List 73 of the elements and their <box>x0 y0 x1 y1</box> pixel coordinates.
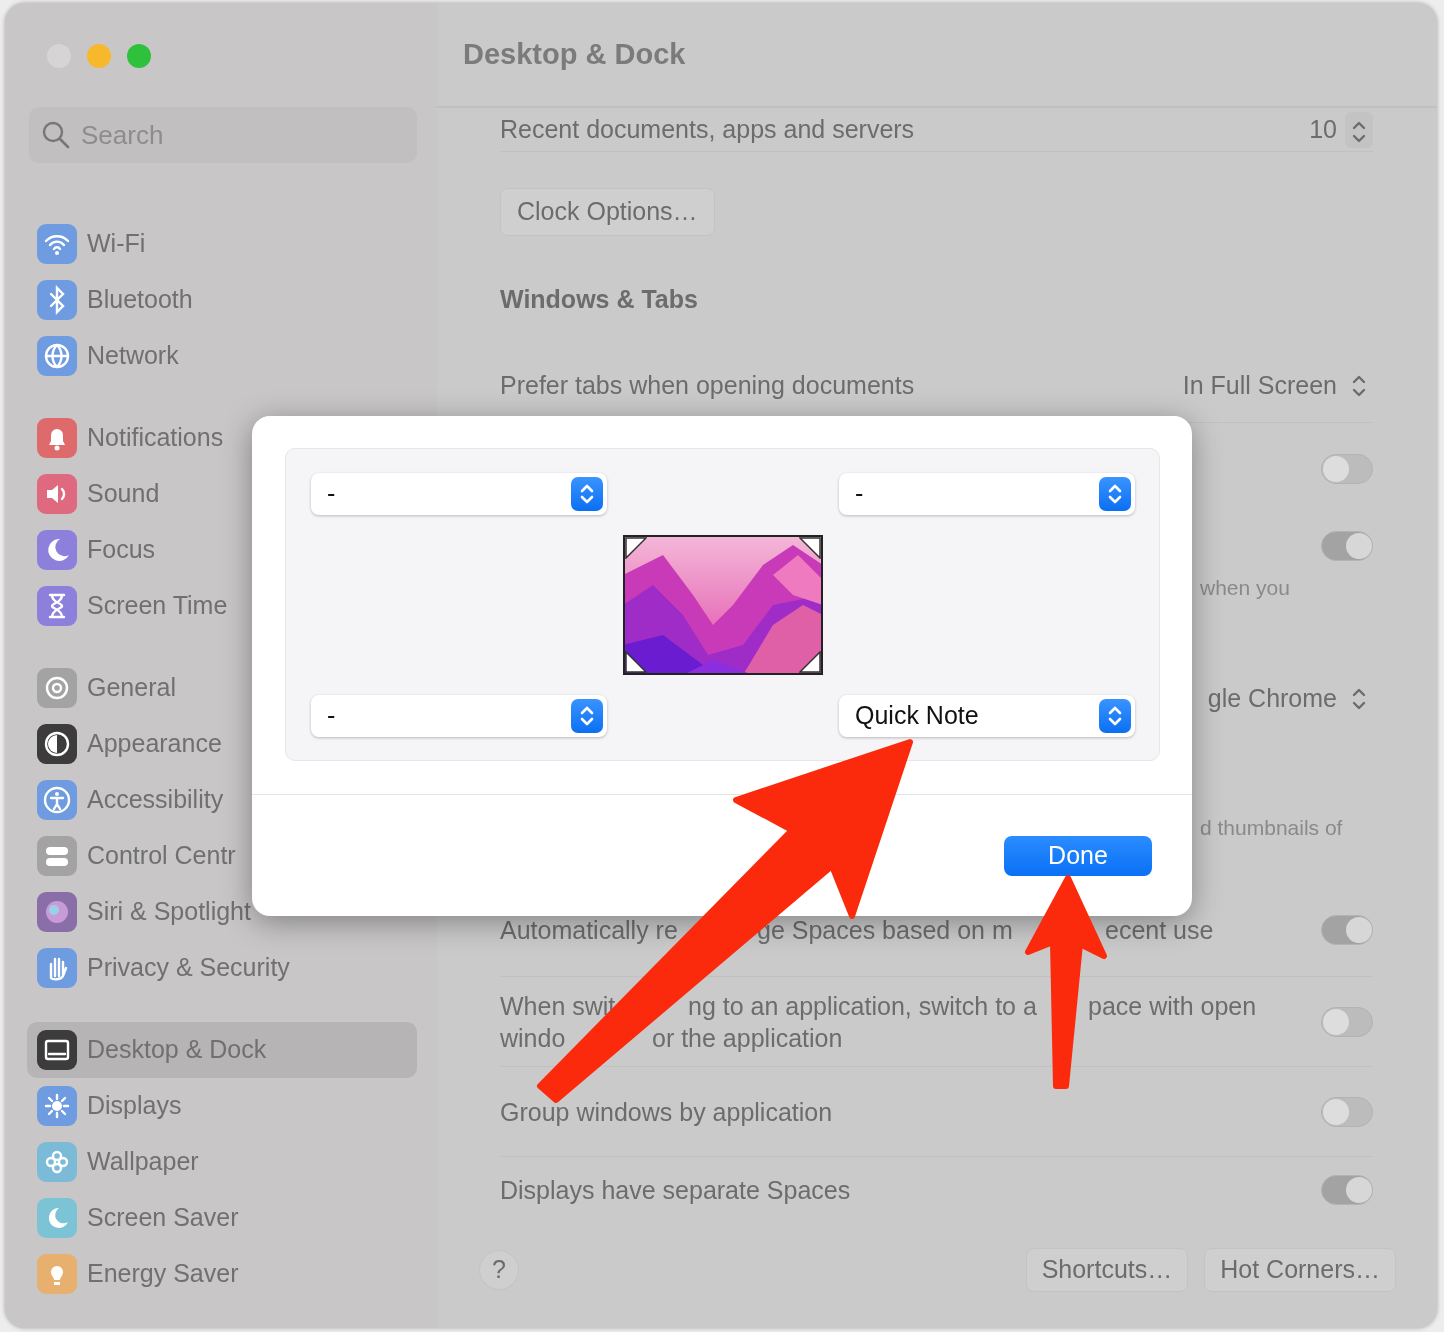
sidebar-item[interactable]: Screen Time <box>27 578 238 634</box>
setting-label: or the application <box>652 1022 843 1054</box>
toggle-switch[interactable] <box>1321 1175 1373 1205</box>
sidebar-item[interactable]: Screen Saver <box>27 1190 249 1246</box>
sidebar-item[interactable]: Wi-Fi <box>27 216 156 272</box>
moon-icon <box>37 1198 77 1238</box>
corner-triangle-icon <box>799 537 821 559</box>
toggle-switch[interactable] <box>1321 914 1373 945</box>
stepper-value: 10 <box>1309 113 1337 145</box>
sidebar-item[interactable]: Focus <box>27 522 166 578</box>
setting-label: Automatically re <box>500 914 679 946</box>
search-icon <box>41 120 71 150</box>
setting-label: Recent documents, apps and servers <box>500 113 915 145</box>
sidebar-item[interactable]: Desktop & Dock <box>27 1022 417 1078</box>
flower-icon <box>37 1142 77 1182</box>
sidebar-item[interactable]: Sound <box>27 466 170 522</box>
sidebar-item[interactable]: Displays <box>27 1078 192 1134</box>
bluetooth-icon <box>37 280 77 320</box>
bell-icon <box>37 418 77 458</box>
sidebar-item[interactable]: Accessibility <box>27 772 234 828</box>
sidebar-item[interactable]: Network <box>27 328 189 384</box>
corner-triangle-icon <box>625 537 647 559</box>
wifi-icon <box>37 224 77 264</box>
sidebar-item[interactable]: Control Centr <box>27 828 246 884</box>
sidebar-item[interactable]: Notifications <box>27 410 234 466</box>
orb-icon <box>37 892 77 932</box>
sidebar-item[interactable]: General <box>27 660 186 716</box>
sidebar-item[interactable]: Wallpaper <box>27 1134 209 1190</box>
corner-dropdown[interactable]: Quick Note <box>839 695 1135 737</box>
setting-label: ecent use <box>1105 914 1214 946</box>
setting-label: Displays have separate Spaces <box>500 1175 851 1206</box>
corner-triangle-icon <box>625 651 647 673</box>
toggle-switch[interactable] <box>1321 531 1373 561</box>
lightbulb-icon <box>37 1254 77 1294</box>
clock-options-button[interactable]: Clock Options… <box>500 188 715 236</box>
popup-menu[interactable]: gle Chrome <box>1207 680 1373 718</box>
zoom-button[interactable] <box>127 44 151 68</box>
toggle-switch[interactable] <box>1321 1006 1373 1037</box>
setting-label: Prefer tabs when opening documents <box>500 369 915 401</box>
corner-dropdown[interactable]: - <box>839 473 1135 515</box>
window-icon <box>37 1030 77 1070</box>
sidebar-item[interactable]: Energy Saver <box>27 1246 249 1302</box>
moon-icon <box>37 530 77 570</box>
setting-label: windo <box>500 1022 567 1054</box>
corner-dropdown[interactable]: - <box>311 695 607 737</box>
help-button[interactable]: ? <box>479 1249 519 1290</box>
setting-label: pace with open <box>1088 990 1257 1022</box>
sun-icon <box>37 1086 77 1126</box>
gear-icon <box>37 668 77 708</box>
setting-label: ng to an application, switch to a <box>688 990 1038 1022</box>
sidebar-item[interactable]: Appearance <box>27 716 232 772</box>
done-button[interactable]: Done <box>1004 836 1152 876</box>
globe-icon <box>37 336 77 376</box>
corner-dropdown[interactable]: - <box>311 473 607 515</box>
corner-triangle-icon <box>799 651 821 673</box>
setting-label: when you <box>1200 574 1290 601</box>
popup-menu[interactable]: In Full Screen <box>1182 366 1373 405</box>
footer-button[interactable]: Shortcuts… <box>1025 1248 1189 1292</box>
hourglass-icon <box>37 586 77 626</box>
section-heading: Windows & Tabs <box>500 283 698 315</box>
sidebar-item[interactable]: Bluetooth <box>27 272 203 328</box>
toggle-switch[interactable] <box>1321 1096 1373 1127</box>
window-title: Desktop & Dock <box>463 36 686 72</box>
minimize-button[interactable] <box>87 44 111 68</box>
footer-button[interactable]: Hot Corners… <box>1204 1248 1396 1292</box>
sidebar-item[interactable]: Privacy & Security <box>27 940 300 996</box>
setting-label: Group windows by application <box>500 1096 833 1128</box>
sidebar-item[interactable]: Siri & Spotlight <box>27 884 261 940</box>
switches-icon <box>37 836 77 876</box>
toggle-switch[interactable] <box>1321 454 1373 484</box>
speaker-icon <box>37 474 77 514</box>
hand-icon <box>37 948 77 988</box>
setting-label: d thumbnails of <box>1200 815 1343 842</box>
